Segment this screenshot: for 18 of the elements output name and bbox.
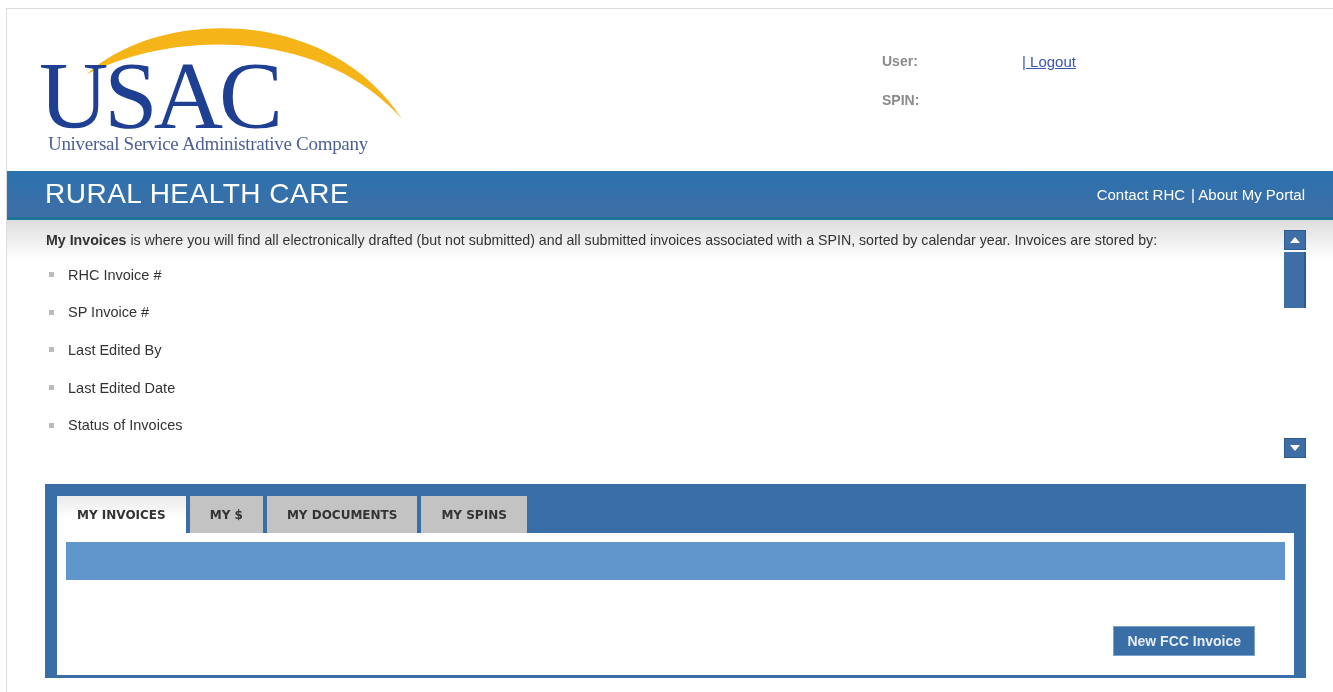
list-item-text: Status of Invoices (68, 417, 183, 434)
tab[interactable]: MY SPINS (421, 496, 527, 533)
user-info-label: SPIN: (882, 92, 921, 108)
tab[interactable]: MY DOCUMENTS (266, 496, 418, 533)
logout-link[interactable]: | Logout (1022, 53, 1076, 70)
tab[interactable]: MY $ (189, 496, 263, 533)
list-item-text: Last Edited Date (68, 379, 176, 396)
tab[interactable]: MY INVOICES (57, 496, 186, 533)
nav-link[interactable]: Contact RHC (1096, 185, 1186, 203)
intro-text: My Invoices is where you will find all electronically drafted (but not submitted) and all submitted invoices associated with a SPIN, sorted by calendar year. Invoices are stored by: (46, 231, 1159, 250)
nav-link[interactable]: | About My Portal (1191, 185, 1305, 203)
list-item-text: SP Invoice # (68, 304, 150, 321)
new-invoice-button[interactable]: New FCC Invoice (1113, 626, 1255, 656)
list-item-text: Last Edited By (68, 342, 162, 358)
list-item-text: RHC Invoice # (68, 266, 162, 283)
logo-tagline: Universal Service Administrative Company (48, 133, 368, 155)
user-info-label: User: (882, 53, 919, 70)
section-title: RURAL HEALTH CARE (45, 178, 350, 210)
